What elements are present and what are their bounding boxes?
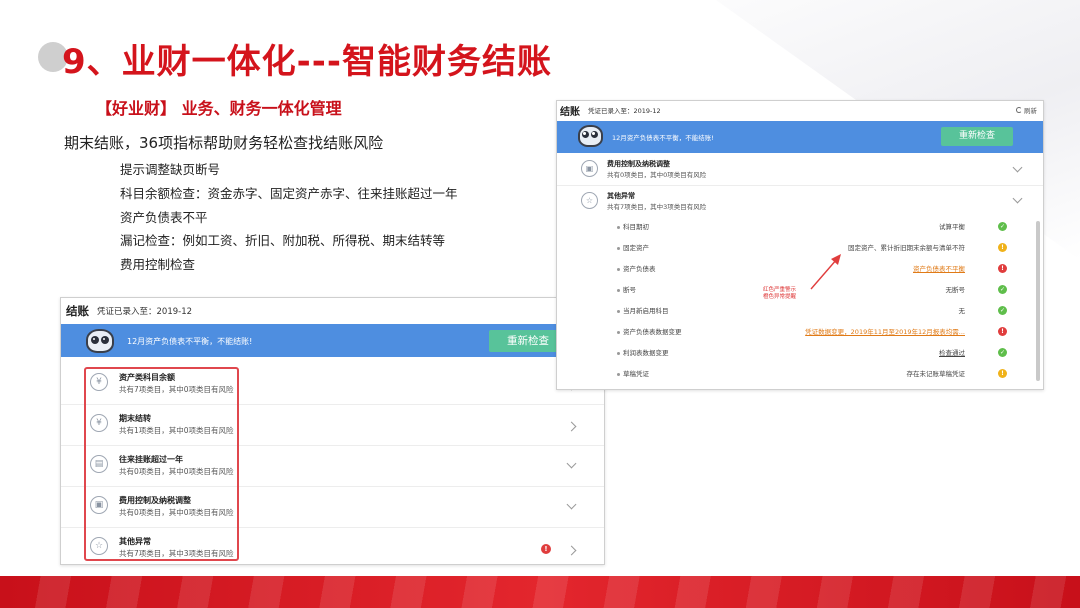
recheck-button[interactable]: 重新检查 [941,127,1013,146]
chevron-down-icon [566,499,577,510]
chevron-right-icon [566,421,577,432]
check-result: 存在未记账草稿凭证 [906,370,966,378]
check-result: 无 [958,307,966,315]
bullet-dot [617,226,620,229]
check-label: 当月新启用科目 [623,307,669,315]
window-header: 结账 凭证已录入至：2019-12 [61,298,604,324]
banner-message: 12月资产负债表不平衡，不能结账! [127,337,253,346]
check-label: 资产负债表数据变更 [623,328,682,336]
bullet-dot [617,331,620,334]
check-label: 固定资产 [623,244,649,252]
bullet-dot [617,289,620,292]
check-label: 草稿凭证 [623,370,649,378]
bullet-dot [617,310,620,313]
group-desc: 共有0项类目，其中0项类目有风险 [607,171,707,179]
voucher-status: 凭证已录入至：2019-12 [588,107,661,115]
feature-item: 资产负债表不平 [120,209,208,225]
annotation-arrow-icon [810,254,841,290]
window-header: 结账 凭证已录入至：2019-12 [557,101,1043,119]
status-error-icon: ! [998,327,1007,336]
check-label: 科目期初 [623,223,649,231]
banner-message: 12月资产负债表不平衡，不能结账! [612,134,714,142]
check-label: 资产负债表 [623,265,656,273]
closing-window-detail: 结账 凭证已录入至：2019-12 刷新 12月资产负债表不平衡，不能结账! 重… [556,100,1044,390]
feature-item: 提示调整缺页断号 [120,162,221,177]
check-result: 固定资产、累计折旧期末余额与清单不符 [848,244,965,252]
feature-item: 科目余额检查：资金赤字、固定资产赤字、往来挂账超过一年 [120,185,458,201]
status-ok-icon: ✓ [998,222,1007,231]
chevron-down-icon [566,458,577,469]
voucher-status: 凭证已录入至：2019-12 [97,307,193,317]
feature-item: 费用控制检查 [120,257,196,273]
annotation-line: 红色严重警示 [763,287,797,293]
check-row: 草稿凭证 存在未记账草稿凭证 ! [617,364,1017,385]
expense-icon: ▣ [581,160,598,177]
check-label: 断号 [623,286,636,294]
group-desc: 共有7项类目，其中3项类目有风险 [607,203,707,211]
status-ok-icon: ✓ [998,285,1007,294]
error-badge-icon: ! [541,544,551,554]
check-result: 试算平衡 [939,223,965,231]
bullet-dot [617,247,620,250]
bullet-dot [617,373,620,376]
check-row: 利润表数据变更 检查通过 ✓ [617,343,1017,364]
feature-item: 漏记检查：例如工资、折旧、附加税、所得税、期末结转等 [120,233,446,249]
scrollbar[interactable] [1036,221,1040,381]
slide-subtitle: 【好业财】 业务、财务一体化管理 [96,99,342,118]
status-ok-icon: ✓ [998,348,1007,357]
chevron-down-icon [1012,193,1023,204]
status-error-icon: ! [998,264,1007,273]
check-result-link[interactable]: 资产负债表不平衡 [913,263,965,273]
window-title: 结账 [66,304,89,318]
robot-mascot-icon [85,326,115,356]
check-group-other-exceptions[interactable]: ☆ 其他异常 共有7项类目，其中3项类目有风险 [557,186,1043,215]
chevron-down-icon [1012,162,1023,173]
check-row: 科目期初 试算平衡 ✓ [617,217,1017,238]
status-warning-icon: ! [998,243,1007,252]
refresh-label: 刷新 [1024,107,1037,115]
feature-list: 提示调整缺页断号 科目余额检查：资金赤字、固定资产赤字、往来挂账超过一年 资产负… [120,158,458,277]
check-row: 资产负债表数据变更 凭证数据变更，2019年11月至2019年12月报表均需..… [617,322,1017,343]
group-title: 费用控制及纳税调整 [607,160,670,168]
status-warning-icon: ! [998,369,1007,378]
check-result: 检查通过 [939,349,965,357]
window-title: 结账 [560,106,580,118]
refresh-icon [1016,107,1022,113]
check-label: 利润表数据变更 [623,349,669,357]
chevron-right-icon [566,545,577,556]
bullet-dot [617,352,620,355]
refresh-button[interactable]: 刷新 [1016,105,1037,115]
page-title: 9、业财一体化---智能财务结账 [62,42,552,82]
check-group-expense-control[interactable]: ▣ 费用控制及纳税调整 共有0项类目，其中0项类目有风险 [557,153,1043,186]
annotation-line: 橙色异常提醒 [763,294,797,300]
check-result-link[interactable]: 凭证数据变更，2019年11月至2019年12月报表均需... [805,326,965,336]
check-row: 当月新启用科目 无 ✓ [617,301,1017,322]
highlight-box [84,367,239,561]
star-icon: ☆ [581,192,598,209]
bullet-dot [617,268,620,271]
footer-band [0,576,1080,608]
group-title: 其他异常 [607,192,635,200]
check-result: 无断号 [945,286,966,294]
robot-mascot-icon [577,122,604,149]
lead-text: 期末结账，36项指标帮助财务轻松查找结账风险 [64,134,384,152]
status-ok-icon: ✓ [998,306,1007,315]
severity-annotation: 红色严重警示 橙色异常提醒 [763,287,796,301]
